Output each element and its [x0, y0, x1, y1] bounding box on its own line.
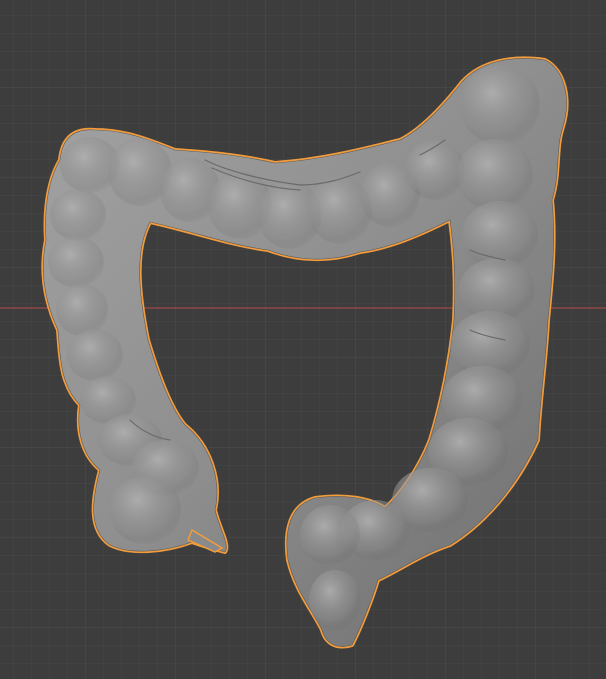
viewport-canvas[interactable] — [0, 0, 606, 679]
3d-viewport[interactable] — [0, 0, 606, 679]
